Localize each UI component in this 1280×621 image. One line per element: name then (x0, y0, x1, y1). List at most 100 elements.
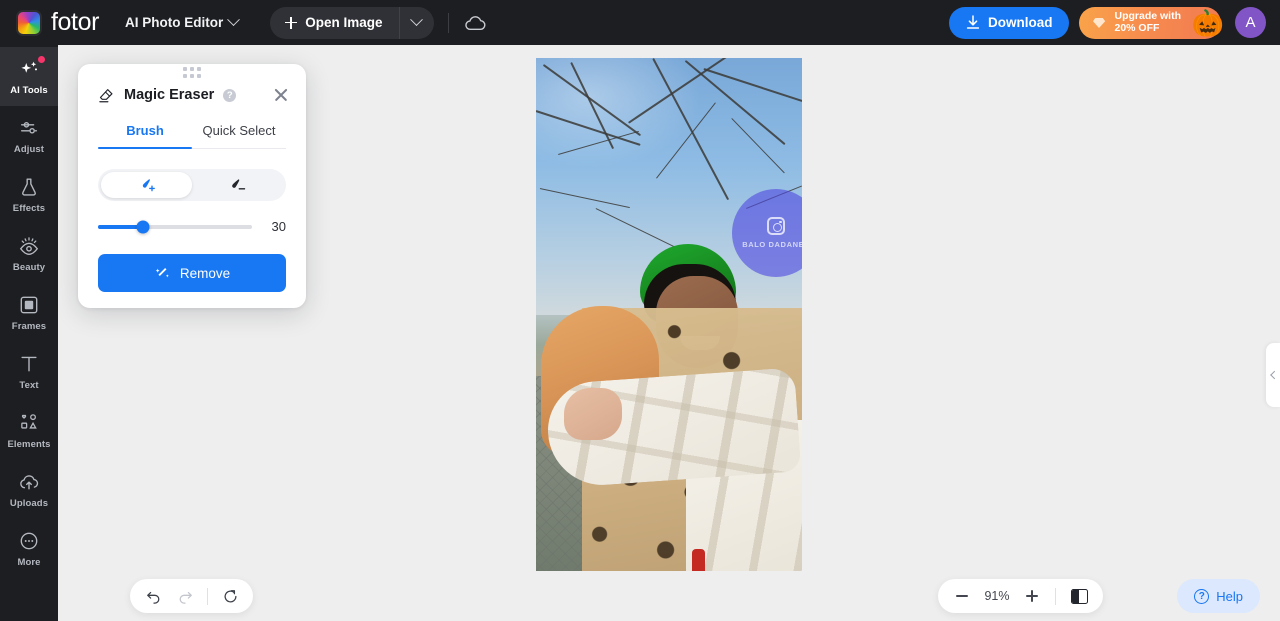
toolbar-divider (207, 587, 208, 605)
upload-cloud-icon (20, 474, 39, 489)
top-bar: fotor AI Photo Editor Open Image Downloa… (0, 0, 1280, 45)
panel-title: Magic Eraser (124, 87, 215, 103)
brand-logo[interactable]: fotor (16, 8, 100, 36)
minus-icon (956, 595, 968, 597)
upgrade-line-1: Upgrade with (1114, 9, 1181, 22)
redo-arrow-icon (179, 591, 192, 604)
text-t-icon (21, 356, 37, 371)
left-sidebar: AI Tools Adjust Effects Beauty Frames Te… (0, 45, 58, 621)
download-button[interactable]: Download (948, 6, 1070, 39)
sidebar-item-label: Adjust (13, 143, 45, 155)
panel-header: Magic Eraser ? (78, 80, 306, 110)
sidebar-item-frames[interactable]: Frames (0, 283, 58, 342)
brand-name: fotor (51, 8, 100, 36)
sparkles-icon (21, 61, 38, 73)
brush-size-row: 30 (98, 219, 286, 234)
tab-brush[interactable]: Brush (98, 123, 192, 148)
sidebar-item-label: AI Tools (10, 84, 48, 96)
magic-wand-icon (155, 267, 169, 277)
frame-icon (20, 296, 38, 313)
tab-label: Brush (126, 123, 164, 138)
fotor-rainbow-logo-icon (16, 9, 42, 36)
active-tab-underline (98, 146, 192, 149)
sidebar-item-label: More (17, 556, 41, 568)
question-mark-icon[interactable]: ? (223, 88, 237, 102)
diamond-icon (1093, 17, 1106, 28)
toolbar-divider (1055, 587, 1056, 605)
sliders-icon (20, 121, 38, 134)
close-icon[interactable] (272, 86, 290, 104)
zoom-out-button[interactable] (947, 581, 977, 611)
remove-button[interactable]: Remove (98, 254, 286, 292)
reset-button[interactable] (215, 581, 245, 611)
upgrade-button[interactable]: Upgrade with 20% OFF 🎃 (1079, 6, 1224, 39)
toolbar-divider (447, 12, 449, 33)
avatar[interactable]: A (1235, 7, 1266, 38)
sidebar-item-label: Beauty (12, 261, 46, 273)
panel-tabs: Brush Quick Select (98, 123, 286, 149)
cloud-save-button[interactable] (464, 15, 486, 31)
help-label: Help (1216, 588, 1243, 604)
sidebar-item-label: Uploads (9, 497, 49, 509)
sidebar-item-label: Effects (12, 202, 46, 214)
watermark-text: BALO DADANES (742, 240, 802, 249)
magic-eraser-panel: Magic Eraser ? Brush Quick Select 30 Rem… (78, 64, 306, 308)
compare-split-icon (1070, 588, 1088, 604)
ellipsis-circle-icon (20, 532, 38, 549)
zoom-in-button[interactable] (1017, 581, 1047, 611)
avatar-initial: A (1245, 14, 1256, 31)
sidebar-item-label: Text (19, 379, 39, 391)
brush-size-value: 30 (271, 219, 286, 234)
chevron-down-icon (410, 13, 423, 27)
open-image-dropdown-button[interactable] (400, 7, 434, 39)
download-icon (966, 15, 980, 29)
photo-red-detail (692, 549, 705, 571)
compare-button[interactable] (1064, 581, 1094, 611)
help-button[interactable]: ? Help (1177, 579, 1260, 613)
undo-arrow-icon (146, 591, 159, 604)
tab-quick-select[interactable]: Quick Select (192, 123, 286, 148)
brush-add-button[interactable] (101, 172, 192, 198)
undo-button[interactable] (138, 581, 168, 611)
sidebar-item-ai-tools[interactable]: AI Tools (0, 47, 58, 106)
zoom-toolbar: 91% (938, 579, 1103, 613)
pumpkin-icon: 🎃 (1191, 7, 1224, 38)
magic-eraser-icon (99, 88, 113, 102)
sidebar-item-elements[interactable]: Elements (0, 401, 58, 460)
brush-erase-icon (231, 179, 245, 190)
sidebar-item-uploads[interactable]: Uploads (0, 460, 58, 519)
panel-collapse-handle[interactable] (1266, 343, 1280, 407)
flask-icon (22, 178, 36, 196)
open-image-label: Open Image (305, 15, 383, 30)
cloud-icon (464, 15, 486, 30)
brush-mode-segmented-control (98, 169, 286, 201)
sidebar-item-effects[interactable]: Effects (0, 165, 58, 224)
sidebar-item-label: Elements (7, 438, 51, 450)
history-toolbar (130, 579, 253, 613)
brush-size-slider[interactable] (98, 220, 252, 233)
chevron-down-icon (227, 13, 241, 27)
chevron-left-icon (1270, 370, 1279, 380)
brush-add-icon (142, 179, 155, 192)
sidebar-item-adjust[interactable]: Adjust (0, 106, 58, 165)
drag-dots-icon (183, 66, 201, 78)
redo-button[interactable] (170, 581, 200, 611)
instagram-icon (767, 217, 785, 235)
sidebar-item-text[interactable]: Text (0, 342, 58, 401)
brush-erase-button[interactable] (192, 172, 283, 198)
sidebar-item-more[interactable]: More (0, 519, 58, 578)
upgrade-text: Upgrade with 20% OFF (1114, 9, 1181, 35)
notification-badge-dot (38, 56, 45, 63)
panel-drag-handle[interactable] (78, 64, 306, 80)
slider-knob[interactable] (136, 220, 150, 233)
tab-label: Quick Select (202, 123, 276, 138)
editor-selector-label: AI Photo Editor (125, 15, 224, 30)
plus-icon (285, 16, 298, 29)
open-image-button[interactable]: Open Image (270, 6, 400, 39)
photo-hand (564, 388, 622, 440)
remove-label: Remove (179, 265, 231, 281)
sidebar-item-beauty[interactable]: Beauty (0, 224, 58, 283)
edited-photo[interactable]: BALO DADANES (536, 58, 802, 571)
plus-icon (1026, 590, 1038, 602)
editor-selector[interactable]: AI Photo Editor (125, 13, 241, 30)
